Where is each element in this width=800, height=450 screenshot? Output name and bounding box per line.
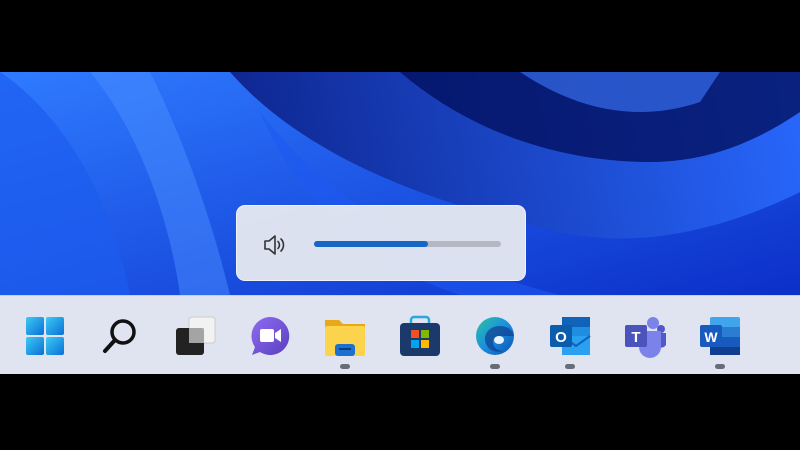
speaker-icon[interactable] <box>263 234 287 256</box>
edge-icon <box>476 317 514 355</box>
volume-flyout <box>236 205 526 281</box>
outlook-button[interactable]: O <box>548 314 592 358</box>
volume-slider-fill <box>314 241 429 247</box>
task-view-button[interactable] <box>173 314 217 358</box>
file-explorer-button[interactable] <box>323 314 367 358</box>
svg-text:O: O <box>555 329 567 346</box>
start-button[interactable] <box>23 314 67 358</box>
teams-button[interactable]: T <box>623 314 667 358</box>
microsoft-store-button[interactable] <box>398 314 442 358</box>
edge-button[interactable] <box>473 314 517 358</box>
windows-logo-icon <box>26 317 64 355</box>
store-bag-icon <box>400 315 440 356</box>
svg-text:W: W <box>704 329 718 345</box>
chat-video-icon <box>251 316 290 355</box>
running-indicator <box>565 364 575 369</box>
word-icon: W <box>700 317 740 355</box>
search-icon <box>103 319 136 353</box>
word-button[interactable]: W <box>698 314 742 358</box>
search-button[interactable] <box>98 314 142 358</box>
running-indicator <box>490 364 500 369</box>
folder-icon <box>325 320 365 356</box>
running-indicator <box>340 364 350 369</box>
teams-icon: T <box>625 317 666 358</box>
volume-slider[interactable] <box>314 241 501 247</box>
chat-button[interactable] <box>248 314 292 358</box>
running-indicator <box>715 364 725 369</box>
svg-text:T: T <box>631 329 640 346</box>
outlook-icon: O <box>550 317 591 355</box>
task-view-icon <box>176 316 216 355</box>
taskbar: OTW <box>0 295 800 374</box>
